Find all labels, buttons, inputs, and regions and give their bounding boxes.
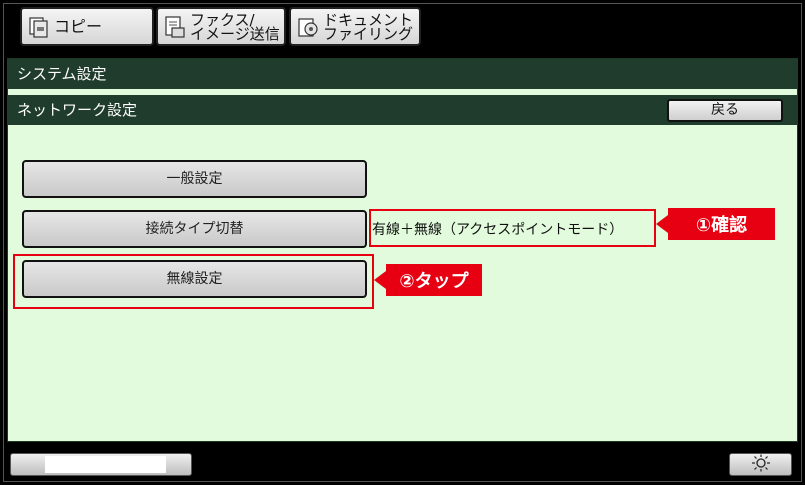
tab-document-filing[interactable]: ドキュメント ファイリング [289,7,421,46]
tap-callout: ②タップ [386,264,482,296]
brightness-button[interactable] [729,453,792,476]
confirm-highlight-box [369,209,656,247]
status-bar-button[interactable] [10,453,192,476]
confirm-callout: ①確認 [668,208,775,240]
tap-callout-arrow [374,271,386,289]
sun-icon [750,454,772,476]
fax-icon [164,15,186,39]
back-button[interactable]: 戻る [667,99,783,122]
tab-fax-image-send[interactable]: ファクス/ イメージ送信 [156,7,286,46]
tab-copy[interactable]: コピー [20,7,154,46]
confirm-callout-arrow [656,215,668,233]
status-bar-field [45,456,166,473]
tab-copy-label: コピー [54,16,103,36]
tab-document-filing-label: ドキュメント ファイリング [323,10,414,43]
tab-fax-label: ファクス/ イメージ送信 [190,10,280,43]
system-settings-title: システム設定 [7,59,798,89]
copy-icon [28,15,50,39]
connection-type-switch-button[interactable]: 接続タイプ切替 [22,210,367,248]
general-settings-button[interactable]: 一般設定 [22,160,367,198]
document-filing-icon [297,15,319,39]
tap-highlight-box [13,254,374,309]
